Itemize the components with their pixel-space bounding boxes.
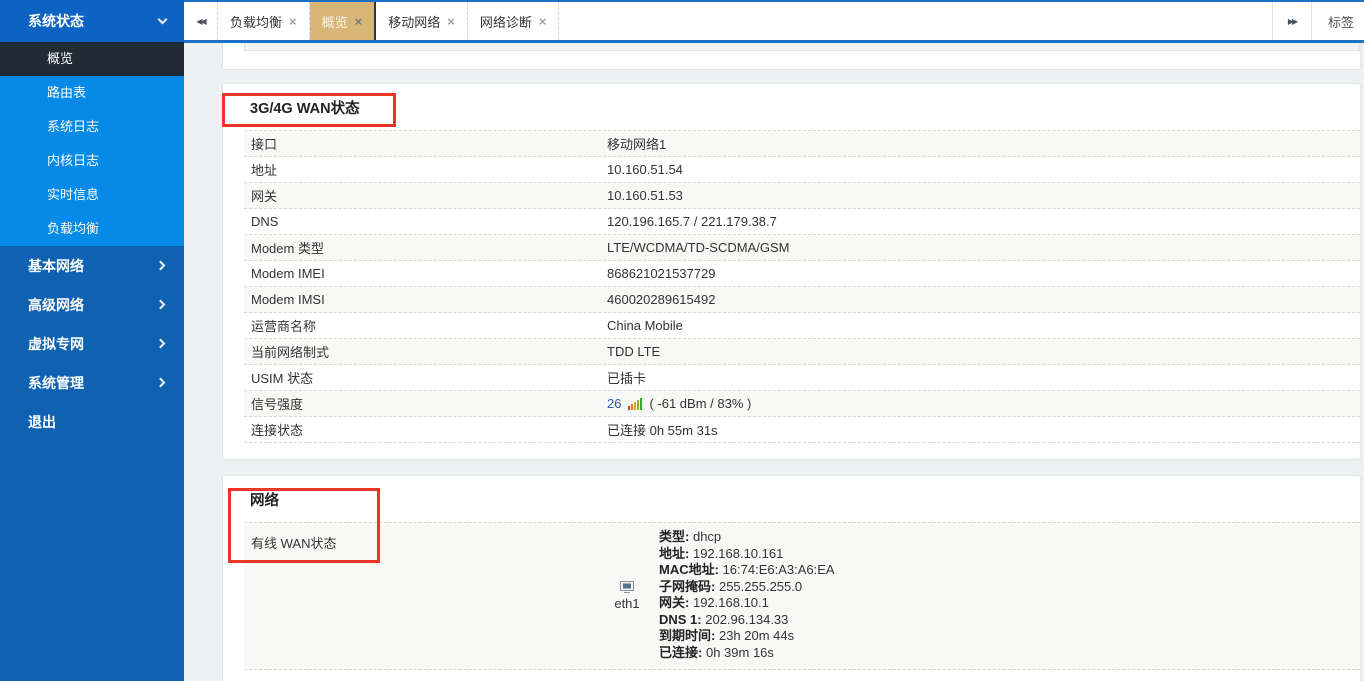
tab-bar: ◀◀ 负载均衡 × 概览 × 移动网络 × 网络诊断 × ▶▶ 标签	[184, 0, 1364, 43]
sidebar-section-system-status[interactable]: 系统状态	[0, 0, 184, 42]
chevron-right-icon	[156, 339, 166, 349]
menu-item-label: 基本网络	[28, 256, 84, 276]
sidebar-submenu: 概览 路由表 系统日志 内核日志 实时信息 负载均衡	[0, 42, 184, 246]
table-row: 连接状态已连接 0h 55m 31s	[244, 417, 1360, 443]
interface-column: eth1	[607, 579, 647, 611]
tab-label: 网络诊断	[480, 12, 532, 31]
tab-overflow[interactable]: 标签	[1312, 2, 1364, 40]
sidebar-item-advanced-network[interactable]: 高级网络	[0, 285, 184, 324]
tabs-scroll-left-button[interactable]: ◀◀	[184, 2, 218, 40]
sidebar-item-overview[interactable]: 概览	[0, 42, 184, 76]
tab-load-balancing[interactable]: 负载均衡 ×	[218, 2, 310, 40]
menu-item-label: 高级网络	[28, 295, 84, 315]
signal-strength-value: 26	[607, 396, 621, 411]
sidebar-menu: 基本网络 高级网络 虚拟专网 系统管理 退出	[0, 246, 184, 441]
table-row: Modem IMEI868621021537729	[244, 261, 1360, 287]
sidebar: 系统状态 概览 路由表 系统日志 内核日志 实时信息 负载均衡 基本网络 高级网…	[0, 0, 184, 681]
sidebar-item-logout[interactable]: 退出	[0, 402, 184, 441]
table-row: USIM 状态已插卡	[244, 365, 1360, 391]
signal-strength-detail: ( -61 dBm / 83% )	[649, 396, 751, 411]
interface-name: eth1	[614, 596, 639, 611]
chevron-right-icon	[156, 300, 166, 310]
tab-label: 概览	[322, 12, 348, 31]
signal-bars-icon	[628, 398, 642, 410]
tab-overview[interactable]: 概览 ×	[310, 2, 377, 40]
table-row: 地址10.160.51.54	[244, 157, 1360, 183]
card-network: 网络 有线 WAN状态 eth1 类型: dhcp 地址: 192.168.10…	[222, 475, 1361, 681]
tab-label: 移动网络	[388, 12, 440, 31]
table-row: 当前网络制式TDD LTE	[244, 339, 1360, 365]
partial-card-stub	[244, 43, 1360, 51]
table-row: 接口移动网络1	[244, 131, 1360, 157]
sidebar-item-system-log[interactable]: 系统日志	[0, 110, 184, 144]
sidebar-section-label: 系统状态	[28, 11, 84, 31]
close-icon[interactable]: ×	[289, 14, 297, 29]
chevron-right-icon	[156, 261, 166, 271]
chevron-right-icon	[156, 378, 166, 388]
sidebar-item-basic-network[interactable]: 基本网络	[0, 246, 184, 285]
wired-wan-status-row: 有线 WAN状态 eth1 类型: dhcp 地址: 192.168.10.16…	[244, 522, 1360, 670]
sidebar-item-realtime-info[interactable]: 实时信息	[0, 178, 184, 212]
sidebar-item-vpn[interactable]: 虚拟专网	[0, 324, 184, 363]
table-row: 运营商名称China Mobile	[244, 313, 1360, 339]
table-row: DNS120.196.165.7 / 221.179.38.7	[244, 209, 1360, 235]
tab-network-diagnostics[interactable]: 网络诊断 ×	[468, 2, 560, 40]
sidebar-item-routes[interactable]: 路由表	[0, 76, 184, 110]
close-icon[interactable]: ×	[447, 14, 455, 29]
wired-wan-status-label: 有线 WAN状态	[244, 529, 607, 661]
close-icon[interactable]: ×	[539, 14, 547, 29]
wan-status-table: 接口移动网络1 地址10.160.51.54 网关10.160.51.53 DN…	[244, 130, 1360, 443]
main-content: 3G/4G WAN状态 接口移动网络1 地址10.160.51.54 网关10.…	[184, 43, 1364, 681]
tabs-scroll-right-button[interactable]: ▶▶	[1272, 2, 1312, 40]
sidebar-item-kernel-log[interactable]: 内核日志	[0, 144, 184, 178]
tab-mobile-network[interactable]: 移动网络 ×	[376, 2, 468, 40]
double-arrow-left-icon: ◀◀	[196, 17, 204, 26]
card-title-3g4g: 3G/4G WAN状态	[223, 84, 1360, 130]
card-title-network: 网络	[223, 476, 1360, 522]
menu-item-label: 虚拟专网	[28, 334, 84, 354]
sidebar-item-load-balancing[interactable]: 负载均衡	[0, 212, 184, 246]
double-arrow-right-icon: ▶▶	[1288, 17, 1296, 26]
card-partial-top	[222, 43, 1361, 70]
table-row: Modem 类型LTE/WCDMA/TD-SCDMA/GSM	[244, 235, 1360, 261]
chevron-down-icon	[158, 14, 168, 24]
table-row: Modem IMSI460020289615492	[244, 287, 1360, 313]
tab-label: 负载均衡	[230, 12, 282, 31]
menu-item-label: 退出	[28, 412, 56, 432]
table-row-signal-strength: 信号强度 26 ( -61 dBm / 83% )	[244, 391, 1360, 417]
close-icon[interactable]: ×	[355, 14, 363, 29]
card-3g4g-wan-status: 3G/4G WAN状态 接口移动网络1 地址10.160.51.54 网关10.…	[222, 83, 1361, 460]
tabbar-spacer	[559, 2, 1272, 40]
interface-details: 类型: dhcp 地址: 192.168.10.161 MAC地址: 16:74…	[659, 529, 835, 661]
ethernet-interface-icon	[619, 579, 635, 595]
sidebar-item-system-management[interactable]: 系统管理	[0, 363, 184, 402]
table-row: 网关10.160.51.53	[244, 183, 1360, 209]
menu-item-label: 系统管理	[28, 373, 84, 393]
